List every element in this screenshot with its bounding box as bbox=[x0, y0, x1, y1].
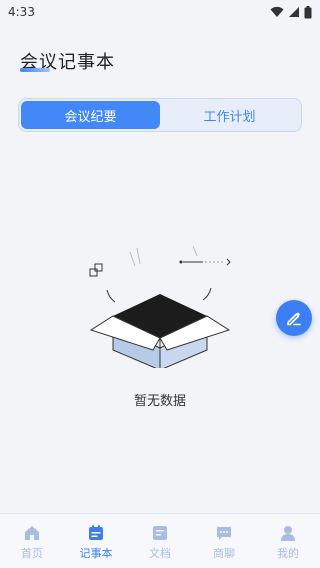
nav-label-profile: 我的 bbox=[277, 547, 299, 560]
chat-icon bbox=[217, 527, 231, 540]
home-icon bbox=[25, 526, 39, 540]
bottom-nav: 首页 记事本 文档 商聊 我的 bbox=[0, 513, 320, 568]
nav-label-documents: 文档 bbox=[149, 547, 171, 560]
document-icon bbox=[153, 526, 167, 540]
segmented-tabs: 会议纪要 工作计划 bbox=[18, 98, 302, 132]
signal-icon bbox=[289, 7, 299, 17]
status-icons bbox=[270, 5, 312, 19]
nav-item-documents[interactable]: 文档 bbox=[128, 514, 192, 568]
wifi-icon bbox=[270, 6, 284, 17]
edit-icon bbox=[287, 312, 301, 326]
nav-item-home[interactable]: 首页 bbox=[0, 514, 64, 568]
tab-meeting-minutes[interactable]: 会议纪要 bbox=[21, 101, 160, 129]
header: 会议记事本 bbox=[0, 36, 320, 86]
nav-label-chat: 商聊 bbox=[213, 547, 235, 560]
nav-item-notebook[interactable]: 记事本 bbox=[64, 514, 128, 568]
nav-label-notebook: 记事本 bbox=[79, 547, 113, 560]
nav-label-home: 首页 bbox=[21, 547, 43, 560]
battery-icon bbox=[304, 5, 312, 18]
empty-state: 暂无数据 bbox=[0, 238, 320, 418]
status-time: 4:33 bbox=[8, 5, 35, 19]
edit-fab-button[interactable] bbox=[276, 300, 312, 336]
empty-state-text: 暂无数据 bbox=[133, 394, 186, 409]
empty-box-illustration bbox=[89, 245, 231, 368]
status-bar: 4:33 bbox=[0, 0, 320, 24]
title-underline bbox=[20, 68, 50, 72]
calendar-icon bbox=[89, 525, 103, 540]
nav-item-profile[interactable]: 我的 bbox=[256, 514, 320, 568]
user-icon bbox=[281, 526, 295, 541]
nav-item-chat[interactable]: 商聊 bbox=[192, 514, 256, 568]
tab-work-plan[interactable]: 工作计划 bbox=[160, 101, 299, 129]
